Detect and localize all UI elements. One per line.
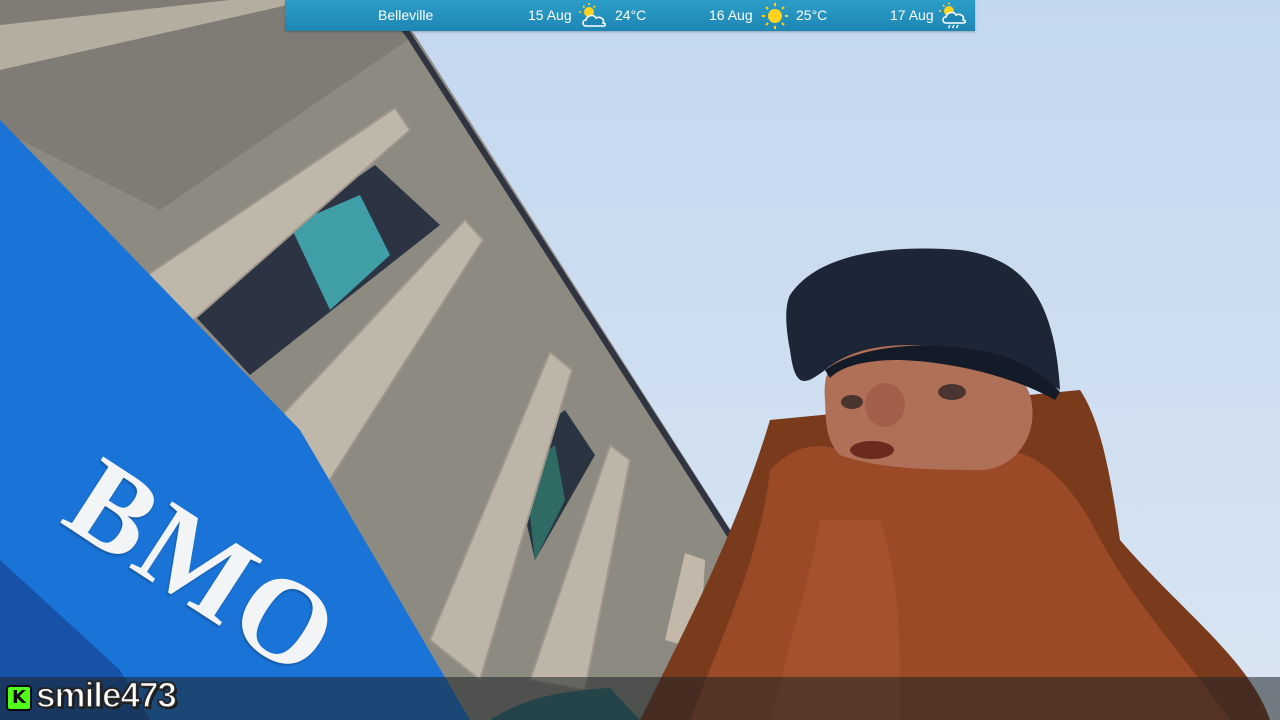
sun-cloud-rain-icon bbox=[938, 2, 970, 30]
forecast-date: 17 Aug bbox=[890, 7, 934, 23]
streamer-username: smile473 bbox=[35, 675, 177, 716]
forecast-temp: 24°C bbox=[615, 7, 647, 23]
person-eye-left bbox=[841, 395, 863, 409]
weather-ticker: Belleville 15 Aug 24°C 16 Aug 25°C 17 Au… bbox=[285, 0, 975, 31]
forecast-date: 16 Aug bbox=[709, 7, 753, 23]
stream-video-frame: BMO bbox=[0, 0, 1280, 720]
forecast-date: 15 Aug bbox=[528, 7, 572, 23]
kick-logo-icon: K bbox=[6, 685, 32, 711]
person-mouth bbox=[850, 441, 894, 459]
forecast-temp: 25°C bbox=[796, 7, 828, 23]
person-eye-right bbox=[938, 384, 966, 400]
person-nose bbox=[865, 383, 905, 427]
sun-cloud-icon bbox=[578, 2, 610, 30]
sun-icon bbox=[759, 2, 791, 30]
stream-info-bar bbox=[0, 677, 1280, 720]
weather-city: Belleville bbox=[378, 7, 434, 23]
